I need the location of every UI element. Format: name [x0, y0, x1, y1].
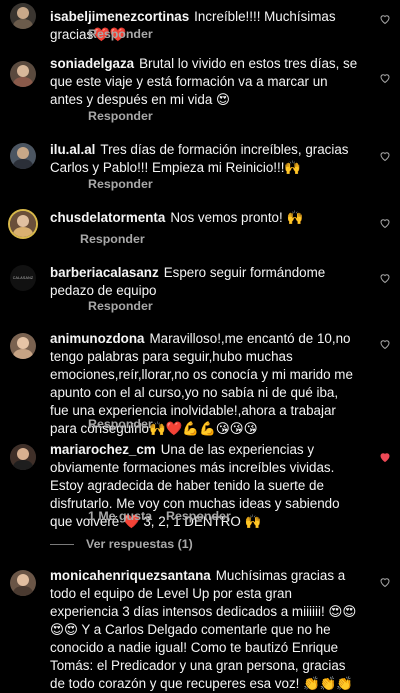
heart-icon[interactable]	[379, 576, 391, 588]
comment-actions: Responder	[88, 109, 167, 123]
heart-icon[interactable]	[379, 338, 391, 350]
comment-actions: Responder	[80, 232, 159, 246]
view-replies-button[interactable]: Ver respuestas (1)	[50, 537, 193, 551]
comment-actions: Responder	[88, 27, 167, 41]
comment-username[interactable]: isabeljimenezcortinas	[50, 9, 189, 24]
comment-actions: Responder	[88, 299, 167, 313]
comment-username[interactable]: soniadelgaza	[50, 56, 134, 71]
comment-username[interactable]: mariarochez_cm	[50, 442, 156, 457]
comment-body: chusdelatormenta Nos vemos pronto! 🙌	[50, 209, 358, 227]
reply-button[interactable]: Responder	[88, 27, 153, 41]
comment-username[interactable]: monicahenriquezsantana	[50, 568, 211, 583]
reply-button[interactable]: Responder	[88, 299, 153, 313]
comment-body: monicahenriquezsantana Muchísimas gracias…	[50, 567, 358, 693]
reply-button[interactable]: Responder	[88, 417, 153, 431]
view-replies-label: Ver respuestas (1)	[86, 537, 193, 551]
comment-body: soniadelgaza Brutal lo vivido en estos tr…	[50, 55, 358, 109]
comment-username[interactable]: chusdelatormenta	[50, 210, 165, 225]
avatar[interactable]	[10, 211, 36, 237]
avatar[interactable]	[10, 333, 36, 359]
comment-body: barberiacalasanz Espero seguir formándome…	[50, 264, 358, 300]
avatar[interactable]	[10, 3, 36, 29]
reply-button[interactable]: Responder	[166, 509, 231, 523]
comment-username[interactable]: ilu.al.al	[50, 142, 95, 157]
heart-icon[interactable]	[379, 217, 391, 229]
brand-logo: CALASANZ	[12, 276, 34, 280]
avatar[interactable]	[10, 444, 36, 470]
reply-button[interactable]: Responder	[88, 177, 153, 191]
reply-button[interactable]: Responder	[88, 109, 153, 123]
reply-button[interactable]: Responder	[80, 232, 145, 246]
avatar[interactable]	[10, 570, 36, 596]
avatar[interactable]	[10, 61, 36, 87]
comment-actions: Responder	[88, 177, 167, 191]
comment-body: ilu.al.al Tres días de formación increíbl…	[50, 141, 358, 177]
comment-actions: 1 Me gusta Responder	[88, 509, 245, 523]
heart-icon[interactable]	[379, 150, 391, 162]
comment-actions: Responder	[88, 417, 167, 431]
comment-text: Nos vemos pronto! 🙌	[170, 210, 304, 225]
avatar[interactable]: CALASANZ	[10, 265, 36, 291]
comment-username[interactable]: barberiacalasanz	[50, 265, 159, 280]
heart-icon[interactable]	[379, 451, 391, 463]
heart-icon[interactable]	[379, 13, 391, 25]
heart-icon[interactable]	[379, 72, 391, 84]
replies-divider	[50, 544, 74, 546]
comments-list: isabeljimenezcortinas Increíble!!!! Muchí…	[0, 0, 400, 691]
comment-text: Muchísimas gracias a todo el equipo de L…	[50, 568, 357, 691]
avatar[interactable]	[10, 143, 36, 169]
heart-icon[interactable]	[379, 272, 391, 284]
comment-username[interactable]: animunozdona	[50, 331, 144, 346]
like-count[interactable]: 1 Me gusta	[88, 509, 152, 523]
